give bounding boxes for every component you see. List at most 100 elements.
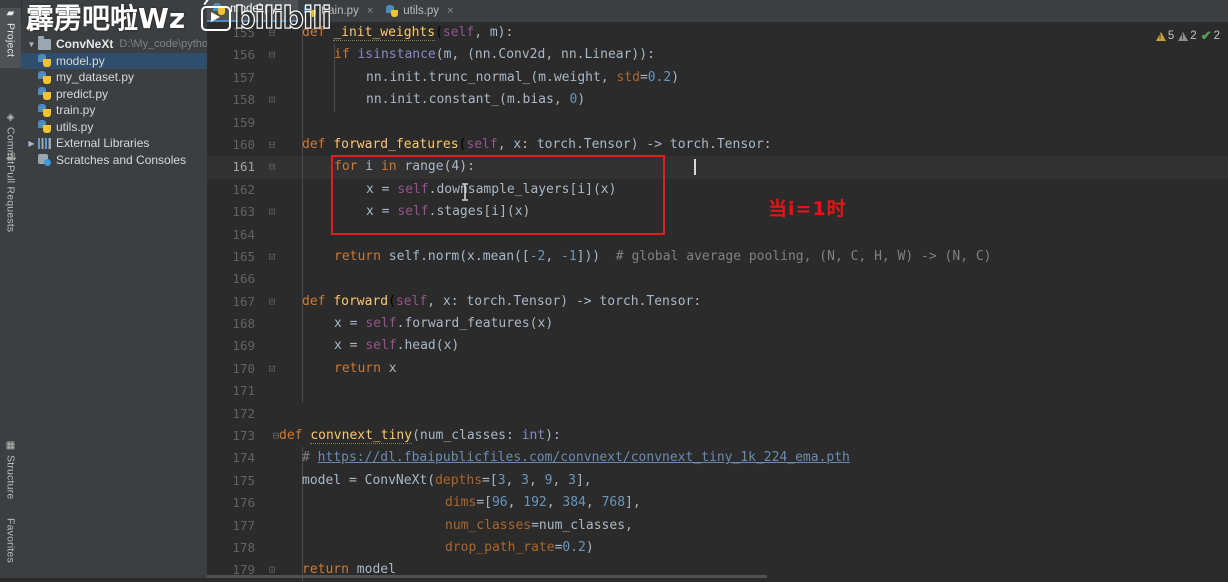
fold-marker-icon[interactable]: ⊡ — [265, 201, 279, 223]
line-text: if isinstance(m, (nn.Conv2d, nn.Linear))… — [334, 47, 655, 63]
code-line[interactable]: 156 ⊟ if isinstance(m, (nn.Conv2d, nn.Line… — [207, 44, 1228, 67]
line-text: model = ConvNeXt(depths=[3, 3, 9, 3], — [302, 472, 592, 488]
fold-marker-icon[interactable]: ⊡ — [265, 559, 279, 581]
python-file-icon — [386, 5, 399, 17]
tree-node-my-dataset-py[interactable]: my_dataset.py — [21, 69, 207, 86]
tool-tab-label: Structure — [4, 455, 17, 500]
code-line[interactable]: 160 ⊟ def forward_features(self, x: torch.… — [207, 133, 1228, 157]
sidebar-item-structure[interactable]: ▦ Structure — [0, 440, 21, 510]
fold-marker-icon[interactable]: ⊡ — [265, 358, 279, 380]
tree-node-root[interactable]: ▼ ConvNeXt D:\My_code\pythonP — [21, 36, 207, 53]
line-number: 158 — [232, 92, 255, 108]
code-line[interactable]: 173 ⊟ def convnext_tiny(num_classes: int): — [207, 425, 1228, 447]
code-line[interactable]: 159 — [207, 111, 1228, 134]
scratches-label: Scratches and Consoles — [56, 152, 187, 167]
line-number: 164 — [232, 226, 255, 242]
ide-window: ▰ Project ◈ Commit ⇶ Pull Requests ▦ Str… — [0, 0, 1228, 582]
tab-label: train.py — [321, 5, 359, 17]
chevron-right-icon[interactable]: ▶ — [25, 139, 38, 148]
line-number: 166 — [232, 271, 255, 287]
code-viewport[interactable]: 155 ⊟ def _init_weights(self, m): 156 ⊟ if i… — [207, 22, 1228, 582]
fold-marker-icon[interactable]: ⊟ — [265, 44, 279, 66]
line-number: 168 — [232, 316, 255, 332]
file-label: model.py — [56, 53, 105, 68]
line-number: 176 — [232, 495, 255, 511]
fold-marker-icon[interactable]: ⊡ — [265, 89, 279, 111]
code-line[interactable]: 157 nn.init.trunc_normal_(m.weight, std=0… — [207, 66, 1228, 90]
tree-node-scratches[interactable]: Scratches and Consoles — [21, 152, 207, 169]
fold-marker-icon[interactable]: ⊟ — [265, 134, 279, 156]
sidebar-item-favorites[interactable]: Favorites — [0, 518, 21, 580]
external-libraries-label: External Libraries — [56, 136, 150, 151]
close-icon[interactable]: × — [285, 3, 291, 15]
line-number: 178 — [232, 539, 255, 555]
line-text: for i in range(4): — [334, 159, 475, 175]
text-caret — [694, 159, 696, 175]
code-line[interactable]: 170 ⊡ return x — [207, 357, 1228, 381]
warning-indicator[interactable]: 5 — [1155, 30, 1175, 42]
tab-utils-py[interactable]: utils.py × — [380, 0, 460, 22]
inspection-widget[interactable]: 5 2 ✔ 2 — [1155, 28, 1220, 44]
code-line[interactable]: 175 model = ConvNeXt(depths=[3, 3, 9, 3], — [207, 469, 1228, 493]
line-text: nn.init.constant_(m.bias, 0) — [366, 92, 586, 108]
code-line[interactable]: 179 ⊡ return model — [207, 559, 1228, 582]
code-line[interactable]: 165 ⊡ return self.norm(x.mean([-2, -1])) #… — [207, 245, 1228, 269]
code-line[interactable]: 176 dims=[96, 192, 384, 768], — [207, 492, 1228, 515]
code-line[interactable]: 164 — [207, 223, 1228, 246]
line-text: def forward_features(self, x: torch.Tens… — [302, 136, 772, 152]
tree-node-train-py[interactable]: train.py — [21, 102, 207, 119]
python-file-icon — [38, 54, 51, 68]
close-icon[interactable]: × — [447, 5, 453, 17]
project-tool-window: ▼ ConvNeXt D:\My_code\pythonP model.py m… — [21, 22, 207, 578]
fold-marker-icon[interactable]: ⊟ — [265, 156, 279, 178]
python-file-icon — [38, 87, 51, 101]
sidebar-item-project[interactable]: ▰ Project — [0, 8, 21, 68]
fold-marker-icon[interactable]: ⊡ — [265, 246, 279, 268]
project-root-path: D:\My_code\pythonP — [119, 38, 207, 51]
code-line[interactable]: 161 ⊟ for i in range(4): — [207, 156, 1228, 179]
sidebar-item-pull-requests[interactable]: ⇶ Pull Requests — [0, 152, 21, 242]
tab-train-py[interactable]: train.py × — [298, 0, 380, 22]
tree-node-predict-py[interactable]: predict.py — [21, 86, 207, 103]
weak-warning-indicator[interactable]: 2 — [1178, 30, 1197, 42]
code-lines: 155 ⊟ def _init_weights(self, m): 156 ⊟ if i… — [207, 22, 1228, 582]
code-line[interactable]: 162 x = self.downsample_layers[i](x) — [207, 178, 1228, 202]
line-number: 172 — [232, 405, 255, 421]
python-file-icon — [38, 70, 51, 84]
line-text: x = self.downsample_layers[i](x) — [366, 181, 617, 197]
close-icon[interactable]: × — [367, 5, 373, 17]
tab-model-py[interactable]: model.py × — [207, 0, 299, 22]
file-label: utils.py — [56, 119, 94, 134]
folder-icon — [38, 36, 51, 50]
tree-node-utils-py[interactable]: utils.py — [21, 119, 207, 136]
code-line[interactable]: 168 x = self.forward_features(x) — [207, 313, 1228, 336]
tree-node-model-py[interactable]: model.py — [21, 52, 207, 69]
line-number: 170 — [232, 360, 255, 376]
scratches-icon — [38, 153, 51, 166]
tab-label: model.py — [230, 3, 277, 15]
code-line[interactable]: 172 — [207, 403, 1228, 425]
code-line[interactable]: 174 # https://dl.fbaipublicfiles.com/conv… — [207, 447, 1228, 470]
file-label: my_dataset.py — [56, 70, 135, 85]
ok-indicator[interactable]: ✔ 2 — [1201, 28, 1220, 44]
code-line[interactable]: 158 ⊡ nn.init.constant_(m.bias, 0) — [207, 89, 1228, 112]
project-root-label: ConvNeXt — [56, 37, 114, 52]
warning-triangle-icon — [1155, 31, 1166, 41]
fold-marker-icon[interactable]: ⊟ — [265, 22, 279, 44]
line-number: 177 — [232, 517, 255, 533]
chevron-down-icon[interactable]: ▼ — [25, 40, 38, 49]
code-line[interactable]: 177 num_classes=num_classes, — [207, 514, 1228, 537]
tree-node-external-libraries[interactable]: ▶ External Libraries — [21, 135, 207, 152]
fold-marker-icon[interactable]: ⊟ — [265, 291, 279, 313]
code-line[interactable]: 171 — [207, 380, 1228, 403]
code-line[interactable]: 166 — [207, 268, 1228, 291]
line-text: num_classes=num_classes, — [445, 517, 633, 533]
code-line[interactable]: 169 x = self.head(x) — [207, 335, 1228, 358]
tool-tab-label: Project — [4, 23, 17, 58]
code-line[interactable]: 178 drop_path_rate=0.2) — [207, 536, 1228, 560]
code-line[interactable]: 167 ⊟ def forward(self, x: torch.Tensor) -… — [207, 290, 1228, 314]
code-line[interactable]: 163 ⊡ x = self.stages[i](x) — [207, 201, 1228, 224]
code-line[interactable]: 155 ⊟ def _init_weights(self, m): — [207, 22, 1228, 45]
warning-count: 5 — [1167, 30, 1175, 42]
line-number: 169 — [232, 338, 255, 354]
